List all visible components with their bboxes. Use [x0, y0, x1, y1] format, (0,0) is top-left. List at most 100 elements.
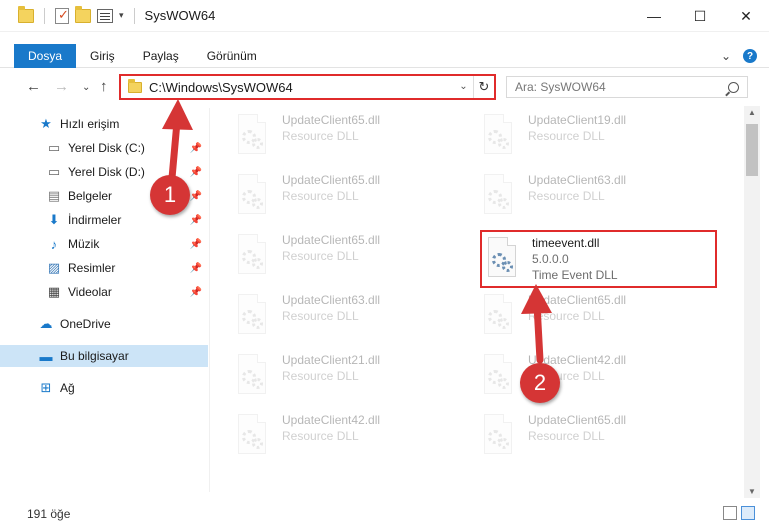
sidebar-item-network[interactable]: ⊞ Ağ — [0, 377, 208, 399]
sidebar-item-label: Ağ — [60, 381, 75, 395]
sidebar-item-music[interactable]: ♪ Müzik 📌 — [0, 233, 208, 255]
pin-icon[interactable]: 📌 — [190, 287, 202, 298]
pin-icon[interactable]: 📌 — [190, 215, 202, 226]
tab-home[interactable]: Giriş — [76, 44, 129, 68]
large-icons-view-icon[interactable] — [741, 506, 755, 520]
pin-icon[interactable]: 📌 — [190, 191, 202, 202]
file-name: UpdateClient19.dll — [528, 113, 627, 127]
file-description: Resource DLL — [282, 369, 359, 383]
file-item[interactable]: UpdateClient65.dll Resource DLL — [234, 170, 464, 226]
pin-icon[interactable]: 📌 — [190, 167, 202, 178]
file-item[interactable]: UpdateClient65.dll Resource DLL — [234, 230, 464, 286]
address-bar[interactable]: C:\Windows\SysWOW64 ⌄ ↻ — [119, 74, 496, 100]
details-view-icon[interactable] — [723, 506, 737, 520]
pin-icon[interactable]: 📌 — [190, 263, 202, 274]
step-1-badge: 1 — [150, 175, 190, 215]
customize-toolbar-chevron-icon[interactable]: ▾ — [119, 10, 124, 21]
sidebar-item-label: Resimler — [68, 261, 116, 275]
address-path[interactable]: C:\Windows\SysWOW64 — [149, 80, 454, 95]
sidebar-item-label: Belgeler — [68, 189, 113, 203]
file-name: UpdateClient65.dll — [282, 173, 381, 187]
pin-icon[interactable]: 📌 — [190, 239, 202, 250]
dll-file-icon — [234, 234, 270, 278]
recent-locations-chevron-icon[interactable]: ⌄ — [82, 82, 90, 93]
tab-view[interactable]: Görünüm — [193, 44, 271, 68]
divider — [133, 7, 135, 24]
close-button[interactable]: ✕ — [723, 0, 769, 32]
up-button[interactable]: ↑ — [100, 78, 108, 95]
window-title: SysWOW64 — [144, 8, 216, 23]
search-icon[interactable] — [728, 81, 739, 93]
scroll-thumb[interactable] — [746, 124, 758, 176]
music-icon: ♪ — [50, 236, 58, 252]
file-description: Resource DLL — [282, 189, 359, 203]
view-toggle — [723, 506, 755, 520]
list-properties-icon[interactable] — [97, 8, 113, 23]
sidebar-item-videos[interactable]: ▦ Videolar 📌 — [0, 281, 208, 303]
search-placeholder[interactable]: Ara: SysWOW64 — [515, 80, 728, 94]
folder-icon — [128, 78, 142, 93]
file-name: UpdateClient65.dll — [528, 293, 627, 307]
file-item[interactable]: UpdateClient19.dll Resource DLL — [480, 110, 710, 166]
file-name: UpdateClient21.dll — [282, 353, 381, 367]
file-item[interactable]: UpdateClient63.dll Resource DLL — [234, 290, 464, 346]
file-item[interactable]: UpdateClient42.dll Resource DLL — [480, 350, 710, 406]
file-description: Resource DLL — [282, 309, 359, 323]
dll-file-icon — [484, 237, 520, 281]
back-button[interactable]: ← — [26, 78, 41, 95]
file-item[interactable]: UpdateClient65.dll Resource DLL — [234, 110, 464, 166]
dll-file-icon — [234, 354, 270, 398]
maximize-button[interactable]: ☐ — [677, 0, 723, 32]
forward-button[interactable]: → — [54, 78, 69, 95]
dll-file-icon — [234, 414, 270, 458]
address-dropdown-chevron-icon[interactable]: ⌄ — [454, 76, 474, 98]
tab-share[interactable]: Paylaş — [129, 44, 193, 68]
file-description: Resource DLL — [528, 129, 605, 143]
minimize-button[interactable]: — — [631, 0, 677, 32]
document-icon: ▤ — [47, 188, 61, 203]
file-item[interactable]: UpdateClient63.dll Resource DLL — [480, 170, 710, 226]
file-list: UpdateClient65.dll Resource DLL UpdateCli… — [218, 108, 744, 492]
file-description: Resource DLL — [528, 189, 605, 203]
file-name: UpdateClient63.dll — [282, 293, 381, 307]
file-item[interactable]: UpdateClient65.dll Resource DLL — [480, 290, 710, 346]
title-bar: ▾ SysWOW64 — ☐ ✕ — [0, 0, 769, 32]
sidebar-item-label: Bu bilgisayar — [60, 349, 129, 363]
scroll-down-arrow-icon[interactable]: ▼ — [744, 487, 760, 496]
help-icon[interactable]: ? — [743, 49, 757, 63]
file-name: UpdateClient42.dll — [282, 413, 381, 427]
sidebar-item-onedrive[interactable]: ☁ OneDrive — [0, 313, 208, 335]
address-row: ← → ⌄ ↑ C:\Windows\SysWOW64 ⌄ ↻ Ara: Sys… — [0, 72, 769, 102]
scroll-up-arrow-icon[interactable]: ▲ — [744, 108, 760, 117]
new-folder-icon[interactable] — [75, 5, 91, 23]
sidebar-item-label: Yerel Disk (C:) — [68, 141, 145, 155]
expand-ribbon-chevron-icon[interactable]: ⌄ — [721, 49, 731, 63]
pin-icon[interactable]: 📌 — [190, 143, 202, 154]
file-item-timeevent-dll[interactable]: timeevent.dll 5.0.0.0 Time Event DLL — [480, 230, 717, 288]
vertical-scrollbar[interactable]: ▲ ▼ — [744, 106, 760, 498]
sidebar-item-label: Yerel Disk (D:) — [68, 165, 145, 179]
properties-check-icon[interactable] — [55, 7, 69, 24]
computer-icon: ▬ — [39, 348, 53, 364]
pictures-icon: ▨ — [47, 260, 61, 275]
file-name: UpdateClient63.dll — [528, 173, 627, 187]
file-item[interactable]: UpdateClient42.dll Resource DLL — [234, 410, 464, 466]
refresh-button[interactable]: ↻ — [474, 79, 494, 95]
sidebar-item-this-pc[interactable]: ▬ Bu bilgisayar — [0, 345, 208, 367]
sidebar-item-pictures[interactable]: ▨ Resimler 📌 — [0, 257, 208, 279]
sidebar-item-drive-c[interactable]: ▭ Yerel Disk (C:) 📌 — [0, 137, 208, 159]
file-item[interactable]: UpdateClient21.dll Resource DLL — [234, 350, 464, 406]
file-name: UpdateClient65.dll — [528, 413, 627, 427]
sidebar-item-quick-access[interactable]: ★ Hızlı erişim — [0, 113, 208, 135]
quick-access-toolbar: ▾ — [18, 5, 139, 24]
dll-file-icon — [480, 414, 516, 458]
tab-file[interactable]: Dosya — [14, 43, 77, 68]
cloud-icon: ☁ — [39, 316, 53, 331]
dll-file-icon — [480, 294, 516, 338]
video-icon: ▦ — [47, 284, 61, 299]
search-input[interactable]: Ara: SysWOW64 — [506, 76, 748, 98]
drive-icon: ▭ — [47, 140, 61, 155]
file-item[interactable]: UpdateClient65.dll Resource DLL — [480, 410, 710, 466]
dll-file-icon — [234, 174, 270, 218]
sidebar-item-label: İndirmeler — [68, 213, 122, 227]
